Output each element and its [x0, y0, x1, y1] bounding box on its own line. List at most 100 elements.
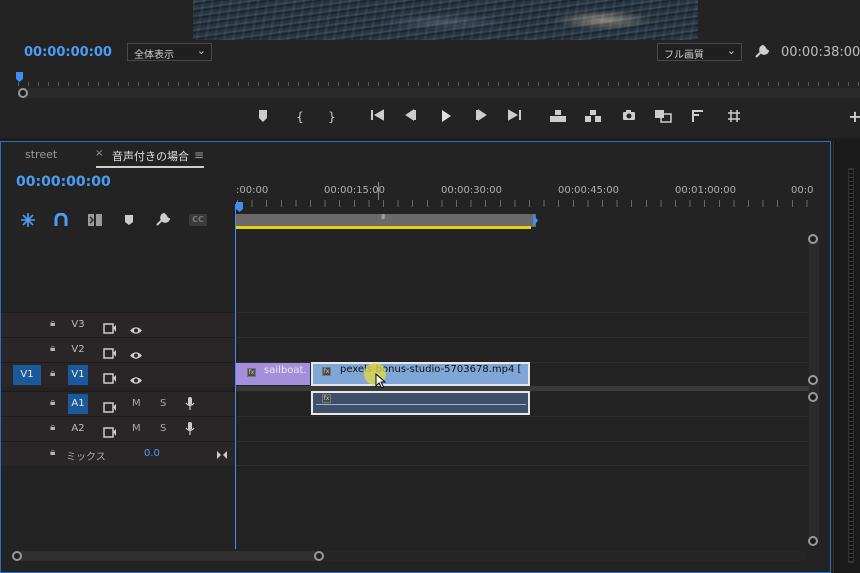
vscroll-video-handle[interactable] [808, 375, 818, 385]
sync-lock-icon[interactable] [103, 319, 117, 338]
vscroll-bottom-handle[interactable] [808, 536, 818, 546]
timeline-panel: street × 音声付きの場合 ≡ 00:00:00:00 CC :00:00… [0, 141, 831, 573]
mouse-pointer-icon [375, 372, 387, 393]
settings-wrench-icon[interactable] [754, 44, 770, 60]
ruler-label: 00:01:00:00 [675, 185, 737, 196]
track-header-a1: 🔒︎ A1 M S [1, 391, 235, 416]
mute-button[interactable]: M [132, 398, 141, 409]
ruler-label: 00:00:15:00 [324, 185, 386, 196]
playback-quality-dropdown[interactable]: フル画質 ⌄ [657, 43, 742, 61]
tab-close-icon[interactable]: × [95, 148, 103, 159]
solo-button[interactable]: S [160, 423, 166, 434]
zoom-level-dropdown[interactable]: 全体表示 ⌄ [127, 43, 212, 61]
add-edit-icon[interactable] [87, 212, 105, 228]
add-button-icon[interactable]: + [846, 109, 860, 125]
video-clip-pexels-bonus-studio[interactable]: fx pexels-bonus-studio-5703678.mp4 [ [311, 362, 530, 386]
settings-wrench-icon[interactable] [155, 212, 173, 228]
ruler-ticks [237, 200, 809, 207]
tab-audio-sequence[interactable]: 音声付きの場合 [112, 148, 189, 164]
chevron-down-icon: ⌄ [196, 44, 206, 57]
audio-meter-panel [833, 141, 860, 573]
premiere-window: 00:00:00:00 全体表示 ⌄ フル画質 ⌄ 00:00:38:00 { … [0, 0, 860, 573]
hscroll-left-handle[interactable] [12, 551, 22, 561]
lane-divider [235, 312, 809, 313]
step-back-icon[interactable] [402, 109, 420, 125]
go-to-in-icon[interactable] [368, 109, 386, 125]
solo-button[interactable]: S [160, 398, 166, 409]
mix-expand-icon[interactable] [216, 445, 228, 464]
lock-icon: 🔒︎ [50, 447, 56, 458]
vscroll-audio-handle[interactable] [808, 392, 818, 402]
playback-quality-value: フル画質 [664, 50, 704, 61]
mark-out-icon[interactable]: } [323, 109, 341, 125]
lane-divider [235, 465, 809, 466]
fx-badge-icon: fx [322, 367, 331, 376]
export-frame-icon[interactable] [620, 109, 638, 125]
track-target-v1[interactable]: V1 [68, 365, 88, 385]
add-marker-icon[interactable] [123, 212, 141, 228]
captions-icon[interactable]: CC [189, 214, 207, 226]
monitor-time-ruler[interactable] [18, 70, 860, 86]
lift-icon[interactable] [549, 109, 567, 125]
lock-icon[interactable]: 🔒︎ [50, 422, 55, 433]
tab-street[interactable]: street [25, 148, 57, 161]
vscroll-top-handle[interactable] [808, 234, 818, 244]
sync-lock-icon[interactable] [103, 423, 117, 442]
go-to-out-icon[interactable] [506, 109, 524, 125]
play-icon[interactable] [437, 109, 455, 125]
source-patch-v1[interactable]: V1 [13, 365, 41, 385]
eye-icon[interactable] [129, 370, 143, 389]
panel-menu-icon[interactable]: ≡ [194, 148, 204, 162]
mix-volume-value[interactable]: 0.0 [144, 448, 160, 459]
trim-icon[interactable] [689, 109, 707, 125]
hscroll-thumb[interactable] [17, 551, 321, 561]
lock-icon[interactable]: 🔒︎ [50, 368, 55, 379]
mute-button[interactable]: M [132, 423, 141, 434]
lock-icon[interactable]: 🔒︎ [50, 343, 55, 354]
linked-selection-icon[interactable] [54, 212, 72, 228]
ruler-label: 00:00:45:00 [558, 185, 620, 196]
playhead-line[interactable] [235, 204, 236, 549]
ruler-label: 00:00:30:00 [441, 185, 503, 196]
video-preview [193, 0, 698, 40]
extract-icon[interactable] [584, 109, 602, 125]
snap-icon[interactable] [20, 212, 38, 228]
lane-divider [235, 416, 809, 417]
sync-lock-icon[interactable] [103, 344, 117, 363]
track-target-a1[interactable]: A1 [68, 394, 88, 414]
program-monitor: 00:00:00:00 全体表示 ⌄ フル画質 ⌄ 00:00:38:00 { … [0, 0, 860, 138]
microphone-icon[interactable] [185, 396, 195, 415]
ruler-label: 00:0 [791, 185, 814, 196]
monitor-current-timecode[interactable]: 00:00:00:00 [24, 45, 112, 60]
track-target-v3[interactable]: V3 [68, 315, 88, 335]
comparison-view-icon[interactable] [654, 109, 672, 125]
add-marker-icon[interactable] [254, 109, 272, 125]
vertical-scrollbar[interactable] [809, 237, 819, 542]
lock-icon[interactable]: 🔒︎ [50, 397, 55, 408]
lock-icon[interactable]: 🔒︎ [50, 318, 55, 329]
sync-lock-icon[interactable] [103, 398, 117, 417]
track-header-v1: V1 🔒︎ V1 [1, 362, 235, 387]
ruler-cursor-line [378, 182, 379, 200]
monitor-scrub-bar[interactable] [18, 88, 860, 98]
track-target-a2[interactable]: A2 [68, 419, 88, 439]
track-target-v2[interactable]: V2 [68, 340, 88, 360]
zoom-level-value: 全体表示 [134, 50, 174, 61]
step-forward-icon[interactable] [472, 109, 490, 125]
work-area-render-bar [236, 226, 531, 229]
hscroll-right-handle[interactable] [314, 551, 324, 561]
active-tab-underline [96, 166, 204, 168]
monitor-duration-timecode: 00:00:38:00 [781, 45, 860, 60]
timeline-current-timecode[interactable]: 00:00:00:00 [16, 174, 111, 190]
mark-in-icon[interactable]: { [291, 109, 309, 125]
track-header-a2: 🔒︎ A2 M S [1, 416, 235, 441]
mix-track-label: ミックス [66, 452, 106, 463]
microphone-icon[interactable] [185, 421, 195, 440]
fx-badge-icon: fx [322, 394, 331, 403]
safe-margins-icon[interactable] [725, 109, 743, 125]
audio-clip-pexels-bonus-studio[interactable]: fx [311, 391, 530, 415]
sync-lock-icon[interactable] [103, 369, 117, 388]
video-clip-sailboat[interactable]: fx sailboat. [236, 363, 310, 385]
monitor-zoom-handle[interactable] [18, 88, 28, 98]
clip-name: sailboat. [264, 365, 307, 376]
